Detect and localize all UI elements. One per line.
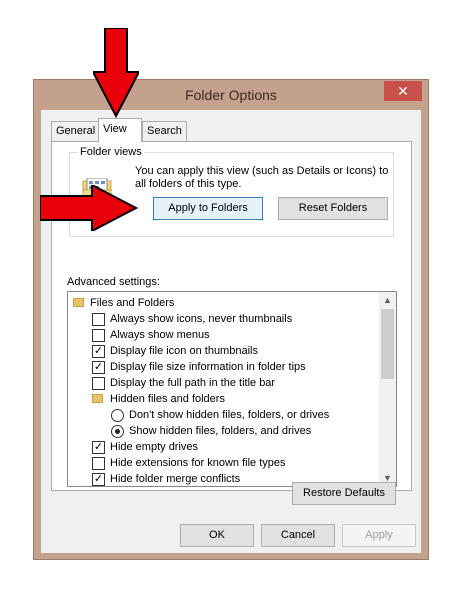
advanced-settings-list[interactable]: Files and Folders Always show icons, nev… — [67, 291, 397, 487]
checkbox-checked[interactable]: ✓ — [92, 441, 105, 454]
folder-icon — [73, 298, 84, 307]
annotation-right-arrow-icon — [40, 185, 138, 231]
restore-defaults-button[interactable]: Restore Defaults — [292, 482, 396, 505]
folder-options-window: Folder Options ✕ General View Search Fol… — [33, 79, 429, 560]
list-item-label: Always show menus — [110, 329, 210, 341]
tab-general[interactable]: General — [51, 121, 101, 141]
list-item-label: Always show icons, never thumbnails — [110, 313, 293, 325]
annotation-down-arrow-icon — [93, 28, 139, 118]
checkbox-checked[interactable]: ✓ — [92, 345, 105, 358]
list-item-label: Display file icon on thumbnails — [110, 345, 258, 357]
vertical-scrollbar[interactable]: ▲ ▼ — [379, 292, 396, 486]
scroll-up-icon[interactable]: ▲ — [379, 292, 396, 308]
advanced-settings-label: Advanced settings: — [67, 276, 160, 288]
checkbox[interactable] — [92, 457, 105, 470]
apply-button[interactable]: Apply — [342, 524, 416, 547]
checkbox[interactable] — [92, 329, 105, 342]
list-item-label: Hide empty drives — [110, 441, 199, 453]
reset-folders-button[interactable]: Reset Folders — [278, 197, 388, 220]
apply-to-folders-button[interactable]: Apply to Folders — [153, 197, 263, 220]
list-item-label: Files and Folders — [90, 297, 175, 309]
cancel-button[interactable]: Cancel — [261, 524, 335, 547]
folder-views-label: Folder views — [78, 146, 144, 158]
checkbox-checked[interactable]: ✓ — [92, 473, 105, 486]
close-button[interactable]: ✕ — [384, 81, 422, 101]
list-item-label: Hidden files and folders — [110, 393, 225, 405]
list-item-label: Don't show hidden files, folders, or dri… — [129, 409, 330, 421]
close-icon: ✕ — [397, 83, 409, 99]
list-item-label: Hide folder merge conflicts — [110, 473, 241, 485]
list-item-label: Display the full path in the title bar — [110, 377, 276, 389]
checkbox-checked[interactable]: ✓ — [92, 361, 105, 374]
radio-dot — [115, 429, 120, 434]
tab-search[interactable]: Search — [142, 121, 187, 141]
checkbox[interactable] — [92, 377, 105, 390]
folder-views-description: You can apply this view (such as Details… — [135, 165, 389, 190]
radio-button[interactable] — [111, 409, 124, 422]
dialog-client-area: General View Search Folder views You can… — [41, 110, 421, 553]
folder-icon — [92, 394, 103, 403]
tab-view[interactable]: View — [98, 118, 142, 142]
list-item-label: Hide extensions for known file types — [110, 457, 286, 469]
checkbox[interactable] — [92, 313, 105, 326]
radio-button-selected[interactable] — [111, 425, 124, 438]
list-item-label: Show hidden files, folders, and drives — [129, 425, 312, 437]
scroll-thumb[interactable] — [381, 309, 394, 379]
ok-button[interactable]: OK — [180, 524, 254, 547]
list-item-label: Display file size information in folder … — [110, 361, 306, 373]
